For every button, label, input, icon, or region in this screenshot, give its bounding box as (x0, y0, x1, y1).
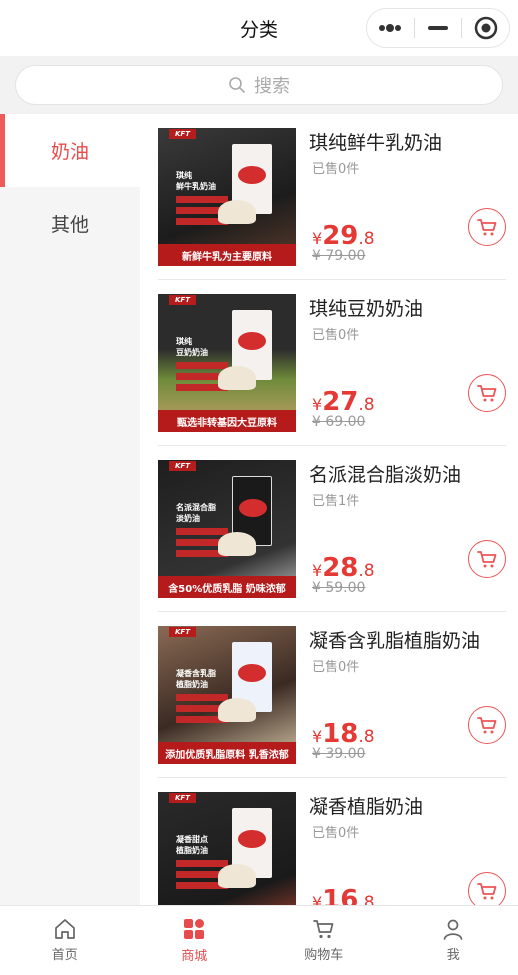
minus-icon (428, 26, 448, 30)
tab-mall[interactable]: 商城 (130, 906, 260, 975)
page-title: 分类 (239, 18, 278, 41)
original-price: ¥ 59.00 (312, 580, 366, 596)
target-circle-icon (474, 16, 497, 40)
image-caption: 凝香甜点 植脂奶油 (176, 835, 208, 855)
product-card[interactable]: KFT 琪纯 鲜牛乳奶油 新鲜牛乳为主要原料 琪纯鲜牛乳奶油 已售0件 ¥29.… (158, 114, 506, 280)
brand-logo: KFT (169, 793, 196, 803)
cart-icon (477, 551, 497, 568)
image-caption: 凝香含乳脂 植脂奶油 (176, 669, 216, 689)
product-name: 琪纯豆奶奶油 (309, 298, 424, 320)
product-price: ¥27.8 (312, 387, 375, 417)
page: 分类 搜索 奶油 其他 KFT 琪纯 鲜牛乳奶油 新鲜牛乳为主要原料 琪纯鲜牛乳… (0, 0, 518, 975)
image-caption: 名派混合脂 淡奶油 (176, 503, 216, 523)
product-image: KFT 凝香含乳脂 植脂奶油 添加优质乳脂原料 乳香浓郁 (158, 626, 296, 764)
more-dots-icon (379, 24, 402, 32)
tab-label: 我 (446, 948, 460, 963)
product-name: 凝香含乳脂植脂奶油 (309, 630, 481, 652)
product-name: 名派混合脂淡奶油 (309, 464, 462, 486)
cart-icon (477, 385, 497, 402)
original-price: ¥ 79.00 (312, 248, 366, 264)
product-list: KFT 琪纯 鲜牛乳奶油 新鲜牛乳为主要原料 琪纯鲜牛乳奶油 已售0件 ¥29.… (140, 114, 518, 905)
tab-label: 购物车 (304, 948, 344, 963)
mini-program-capsule (366, 8, 510, 48)
product-image: KFT 名派混合脂 淡奶油 含50%优质乳脂 奶味浓郁 (158, 460, 296, 598)
tab-profile[interactable]: 我 (389, 906, 518, 975)
tab-label: 商城 (181, 949, 208, 964)
bottom-tab-bar: 首页 商城 购物车 我 (0, 905, 518, 975)
brand-logo: KFT (169, 461, 196, 471)
product-price: ¥29.8 (312, 221, 375, 251)
sold-count: 已售0件 (312, 826, 360, 841)
category-sidebar: 奶油 其他 (0, 114, 140, 905)
add-to-cart-button[interactable] (468, 374, 506, 412)
image-caption: 琪纯 豆奶奶油 (176, 337, 208, 357)
brand-logo: KFT (169, 627, 196, 637)
sold-count: 已售1件 (312, 494, 360, 509)
search-input[interactable]: 搜索 (15, 65, 503, 105)
cart-icon (477, 219, 497, 236)
tab-cart[interactable]: 购物车 (259, 906, 389, 975)
category-grid-icon (184, 919, 205, 939)
sidebar-item-label: 其他 (50, 214, 89, 236)
more-button[interactable] (367, 9, 414, 47)
cake-dish (218, 200, 256, 224)
sidebar-item-cream[interactable]: 奶油 (0, 114, 140, 187)
product-price: ¥18.8 (312, 719, 375, 749)
image-caption: 琪纯 鲜牛乳奶油 (176, 171, 216, 191)
add-to-cart-button[interactable] (468, 872, 506, 905)
sold-count: 已售0件 (312, 660, 360, 675)
close-miniprogram-button[interactable] (462, 9, 509, 47)
sidebar-item-label: 奶油 (50, 141, 89, 163)
product-price: ¥16.8 (312, 885, 375, 905)
sidebar-item-other[interactable]: 其他 (0, 187, 140, 260)
product-card[interactable]: KFT 凝香甜点 植脂奶油 凝香植脂奶油 已售0件 ¥16.8 (158, 778, 506, 905)
cart-icon (477, 883, 497, 900)
search-bar: 搜索 (0, 56, 518, 114)
image-banner: 添加优质乳脂原料 乳香浓郁 (158, 742, 296, 764)
product-card[interactable]: KFT 名派混合脂 淡奶油 含50%优质乳脂 奶味浓郁 名派混合脂淡奶油 已售1… (158, 446, 506, 612)
image-banner: 含50%优质乳脂 奶味浓郁 (158, 576, 296, 598)
sold-count: 已售0件 (312, 328, 360, 343)
product-price: ¥28.8 (312, 553, 375, 583)
home-icon (54, 919, 75, 939)
search-placeholder: 搜索 (254, 76, 290, 97)
product-card[interactable]: KFT 凝香含乳脂 植脂奶油 添加优质乳脂原料 乳香浓郁 凝香含乳脂植脂奶油 已… (158, 612, 506, 778)
image-banner: 甄选非转基因大豆原料 (158, 410, 296, 432)
add-to-cart-button[interactable] (468, 540, 506, 578)
product-name: 琪纯鲜牛乳奶油 (309, 132, 443, 154)
brand-logo: KFT (169, 295, 196, 305)
add-to-cart-button[interactable] (468, 208, 506, 246)
minimize-button[interactable] (415, 9, 462, 47)
cake-dish (218, 864, 256, 888)
user-icon (443, 919, 463, 940)
tab-label: 首页 (51, 948, 78, 963)
original-price: ¥ 39.00 (312, 746, 366, 762)
cake-dish (218, 698, 256, 722)
tab-home[interactable]: 首页 (0, 906, 130, 975)
product-image: KFT 凝香甜点 植脂奶油 (158, 792, 296, 905)
brand-logo: KFT (169, 129, 196, 139)
image-banner: 新鲜牛乳为主要原料 (158, 244, 296, 266)
cake-dish (218, 532, 256, 556)
sold-count: 已售0件 (312, 162, 360, 177)
product-image: KFT 琪纯 鲜牛乳奶油 新鲜牛乳为主要原料 (158, 128, 296, 266)
top-navigation-bar: 分类 (0, 0, 518, 56)
cake-dish (218, 366, 256, 390)
add-to-cart-button[interactable] (468, 706, 506, 744)
cart-icon (477, 717, 497, 734)
product-name: 凝香植脂奶油 (309, 796, 424, 818)
search-icon (229, 77, 245, 93)
original-price: ¥ 69.00 (312, 414, 366, 430)
product-card[interactable]: KFT 琪纯 豆奶奶油 甄选非转基因大豆原料 琪纯豆奶奶油 已售0件 ¥27.8… (158, 280, 506, 446)
shopping-cart-icon (312, 920, 334, 939)
product-image: KFT 琪纯 豆奶奶油 甄选非转基因大豆原料 (158, 294, 296, 432)
